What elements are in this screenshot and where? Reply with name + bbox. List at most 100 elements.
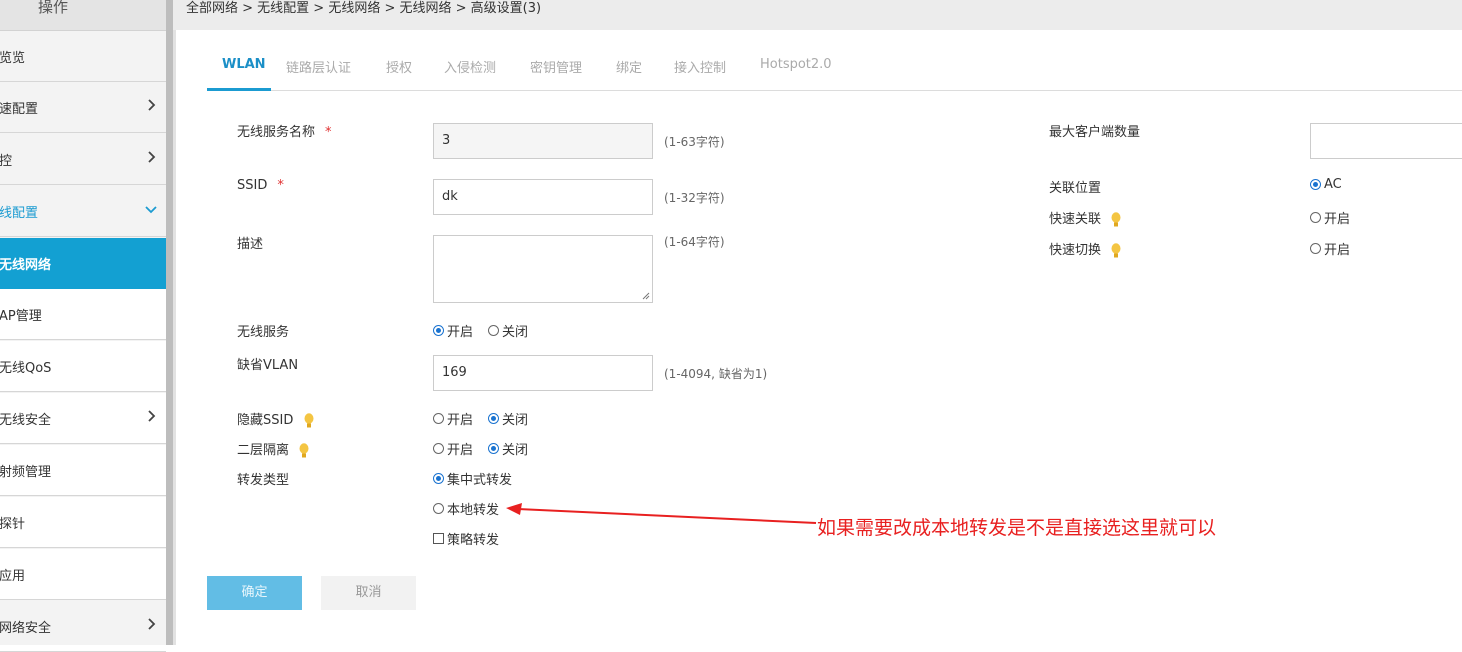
sidebar-item-label: 无线QoS: [0, 361, 52, 376]
lightbulb-help-icon[interactable]: [1111, 211, 1121, 228]
sidebar-item-wireless-qos[interactable]: 无线QoS: [0, 341, 166, 392]
option-label: 开启: [1324, 243, 1351, 258]
tab-authorization[interactable]: 授权: [386, 57, 412, 76]
wireless-service-off-radio[interactable]: 关闭: [488, 321, 528, 340]
description-hint: (1-64字符): [664, 235, 725, 249]
tab-intrusion-detection[interactable]: 入侵检测: [444, 57, 496, 76]
breadcrumb-bar: 全部网络 > 无线配置 > 无线网络 > 无线网络 > 高级设置(3): [173, 0, 1462, 30]
service-name-label-text: 无线服务名称: [237, 125, 316, 140]
radio-selected-icon: [488, 443, 499, 454]
radio-icon: [488, 325, 499, 336]
tab-key-management[interactable]: 密钥管理: [530, 57, 582, 76]
sidebar-item-wireless-network[interactable]: 无线网络: [0, 238, 166, 289]
annotation-text: 如果需要改成本地转发是不是直接选这里就可以: [817, 517, 1217, 539]
wireless-service-on-radio[interactable]: 开启: [433, 321, 473, 340]
service-name-hint: (1-63字符): [664, 135, 725, 149]
tab-wlan[interactable]: WLAN: [222, 57, 266, 72]
description-textarea[interactable]: [433, 235, 653, 303]
radio-icon: [433, 413, 444, 424]
sidebar-item-application[interactable]: 应用: [0, 549, 166, 600]
sidebar-item-label: 览览: [0, 51, 26, 66]
service-name-label: 无线服务名称 *: [237, 121, 332, 140]
default-vlan-input[interactable]: 169: [433, 355, 653, 391]
required-mark: *: [325, 125, 332, 140]
option-label: 开启: [447, 443, 474, 458]
option-label: AC: [1324, 177, 1342, 192]
cancel-button[interactable]: 取消: [321, 576, 416, 610]
l2-isolation-on-radio[interactable]: 开启: [433, 439, 473, 458]
ok-button[interactable]: 确定: [207, 576, 302, 610]
lightbulb-help-icon[interactable]: [1111, 242, 1121, 259]
radio-icon: [1310, 212, 1321, 223]
sidebar-scrollbar[interactable]: [166, 0, 173, 645]
tab-binding[interactable]: 绑定: [616, 57, 642, 76]
sidebar-header-title: 操作: [38, 0, 69, 16]
sidebar-item-radio-management[interactable]: 射频管理: [0, 445, 166, 496]
option-label: 开启: [447, 413, 474, 428]
forward-local-radio[interactable]: 本地转发: [433, 499, 499, 518]
sidebar-item-quick-config[interactable]: 速配置: [0, 82, 166, 133]
ssid-label: SSID *: [237, 178, 284, 193]
max-clients-input[interactable]: [1310, 123, 1462, 159]
sidebar-item-label: 网络安全: [0, 621, 52, 636]
sidebar-item-monitor[interactable]: 控: [0, 134, 166, 185]
fast-assoc-on-radio[interactable]: 开启: [1310, 208, 1350, 227]
option-label: 关闭: [502, 325, 529, 340]
forward-policy-checkbox[interactable]: 策略转发: [433, 529, 499, 548]
sidebar-item-wireless-config[interactable]: 线配置: [0, 186, 166, 237]
radio-selected-icon: [433, 325, 444, 336]
fast-handoff-label: 快速切换: [1049, 239, 1121, 259]
hide-ssid-off-radio[interactable]: 关闭: [488, 409, 528, 428]
forward-central-radio[interactable]: 集中式转发: [433, 469, 512, 488]
panel-divider: [173, 30, 176, 645]
sidebar-header: 操作: [0, 0, 166, 31]
assoc-location-label: 关联位置: [1049, 181, 1102, 196]
chevron-right-icon: [148, 618, 156, 630]
radio-selected-icon: [488, 413, 499, 424]
tab-access-control[interactable]: 接入控制: [674, 57, 726, 76]
sidebar-item-label: 射频管理: [0, 465, 52, 480]
sidebar-item-wireless-security[interactable]: 无线安全: [0, 393, 166, 444]
service-name-input[interactable]: 3: [433, 123, 653, 159]
option-label: 关闭: [502, 443, 529, 458]
description-label: 描述: [237, 237, 264, 252]
ssid-hint: (1-32字符): [664, 191, 725, 205]
assoc-location-ac-radio[interactable]: AC: [1310, 177, 1342, 192]
resize-handle-icon[interactable]: [642, 292, 650, 300]
default-vlan-hint: (1-4094, 缺省为1): [664, 367, 768, 381]
fast-assoc-label: 快速关联: [1049, 208, 1121, 228]
fast-handoff-on-radio[interactable]: 开启: [1310, 239, 1350, 258]
sidebar-item-label: 无线安全: [0, 413, 52, 428]
sidebar-item-label: 控: [0, 154, 13, 169]
fast-assoc-label-text: 快速关联: [1049, 212, 1102, 227]
sidebar-item-label: 应用: [0, 569, 26, 584]
sidebar-item-ap-management[interactable]: AP管理: [0, 289, 166, 340]
l2-isolation-label: 二层隔离: [237, 439, 309, 459]
required-mark: *: [277, 178, 284, 193]
hide-ssid-label-text: 隐藏SSID: [237, 413, 294, 428]
ssid-input[interactable]: dk: [433, 179, 653, 215]
radio-icon: [433, 503, 444, 514]
breadcrumb: 全部网络 > 无线配置 > 无线网络 > 无线网络 > 高级设置(3): [186, 1, 542, 16]
forward-type-label: 转发类型: [237, 473, 290, 488]
default-vlan-label: 缺省VLAN: [237, 358, 299, 373]
option-label: 开启: [1324, 212, 1351, 227]
chevron-right-icon: [148, 151, 156, 163]
hide-ssid-on-radio[interactable]: 开启: [433, 409, 473, 428]
sidebar-item-overview[interactable]: 览览: [0, 31, 166, 82]
sidebar-item-label: 线配置: [0, 206, 39, 221]
sidebar-item-label: 探针: [0, 517, 26, 532]
chevron-right-icon: [148, 99, 156, 111]
ssid-label-text: SSID: [237, 178, 268, 193]
sidebar-item-network-security[interactable]: 网络安全: [0, 601, 166, 652]
lightbulb-help-icon[interactable]: [299, 442, 309, 459]
sidebar-item-label: AP管理: [0, 309, 42, 324]
sidebar-item-probe[interactable]: 探针: [0, 497, 166, 548]
tab-active-indicator: [207, 88, 271, 91]
l2-isolation-off-radio[interactable]: 关闭: [488, 439, 528, 458]
option-label: 本地转发: [447, 503, 500, 518]
tab-link-auth[interactable]: 链路层认证: [286, 57, 351, 76]
lightbulb-help-icon[interactable]: [304, 412, 314, 429]
tab-hotspot[interactable]: Hotspot2.0: [760, 57, 832, 72]
option-label: 策略转发: [447, 533, 500, 548]
